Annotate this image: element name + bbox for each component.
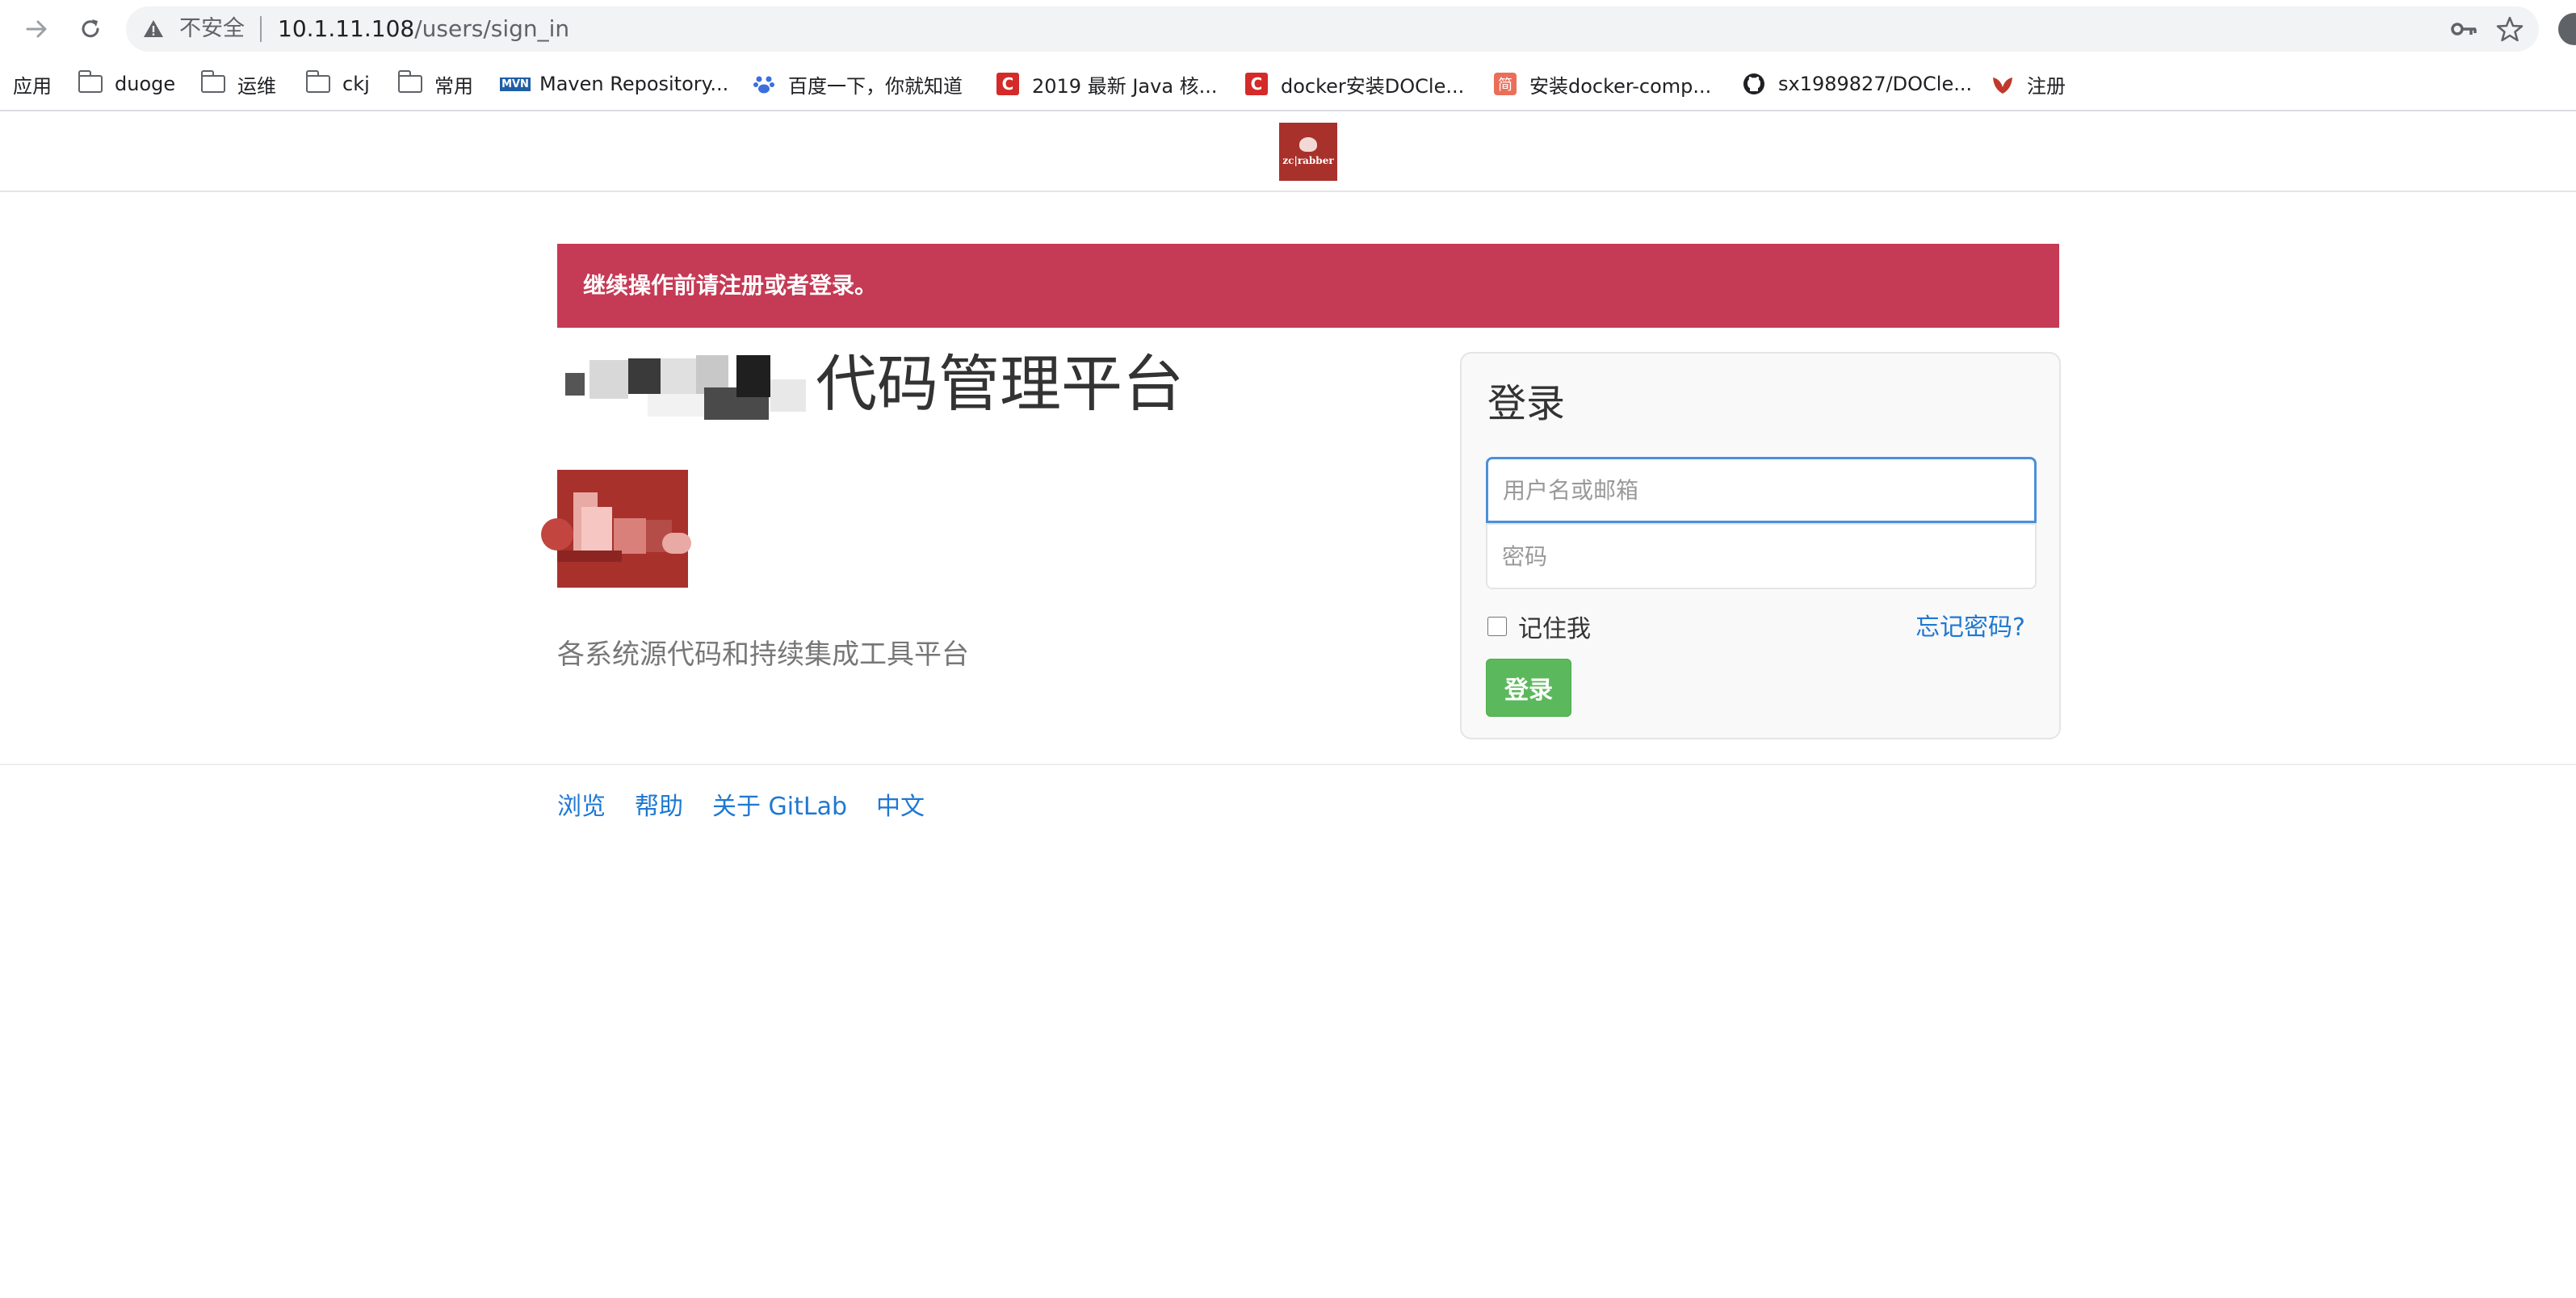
mvn-icon: MVN — [500, 77, 531, 91]
profile-avatar[interactable] — [2558, 13, 2576, 45]
site-header: zc|rabber — [0, 111, 2576, 192]
jianshu-icon: 简 — [1492, 73, 1518, 95]
bookmark-label: 应用 — [13, 74, 52, 98]
bookmark-label: sx1989827/DOCle... — [1778, 73, 1973, 95]
bookmark-label: duoge — [115, 73, 176, 95]
bookmark-folder-common[interactable]: 常用 — [397, 58, 473, 110]
bookmarks-bar: 应用 duoge 运维 ckj 常用 MVN Maven Repository.… — [0, 58, 2576, 111]
bookmark-java[interactable]: C 2019 最新 Java 核... — [995, 58, 1218, 110]
footer-link-about[interactable]: 关于 GitLab — [712, 788, 847, 827]
security-label: 不安全 — [179, 16, 245, 41]
address-bar[interactable]: 不安全 10.1.11.108/users/sign_in — [126, 6, 2539, 52]
csdn-icon: C — [1244, 73, 1269, 95]
bookmark-label: 注册 — [2027, 74, 2066, 98]
bookmark-apps[interactable]: 应用 — [13, 58, 52, 110]
warning-icon — [144, 20, 163, 37]
remember-me-label: 记住我 — [1518, 615, 1591, 643]
footer-link-help[interactable]: 帮助 — [635, 788, 683, 827]
bookmark-folder-ops[interactable]: 运维 — [200, 58, 276, 110]
page-title-text: 代码管理平台 — [816, 348, 1184, 420]
key-icon[interactable] — [2450, 16, 2477, 42]
folder-icon — [305, 70, 331, 95]
tagline: 各系统源代码和持续集成工具平台 — [557, 639, 969, 671]
bookmark-label: ckj — [342, 73, 370, 95]
arrow-right-icon — [26, 20, 47, 38]
login-box: 登录 记住我 忘记密码? 登录 — [1460, 352, 2061, 739]
bookmark-label: 2019 最新 Java 核... — [1032, 74, 1218, 98]
folder-icon — [397, 70, 423, 95]
page-title: 代码管理平台 — [816, 344, 1184, 425]
bookmark-label: 运维 — [237, 74, 276, 98]
folder-icon — [200, 70, 226, 95]
sign-in-button[interactable]: 登录 — [1486, 659, 1571, 717]
bookmark-label: 安装docker-comp... — [1529, 74, 1712, 98]
username-input[interactable] — [1486, 457, 2037, 523]
bookmark-label: docker安装DOCle... — [1281, 74, 1465, 98]
remember-me[interactable]: 记住我 — [1487, 609, 1591, 644]
bookmark-register[interactable]: 注册 — [1990, 58, 2066, 110]
hero-logo — [541, 470, 691, 588]
reload-button[interactable] — [74, 13, 107, 45]
bookmark-label: Maven Repository... — [539, 73, 729, 95]
footer-divider — [0, 764, 2576, 765]
forward-button[interactable] — [21, 13, 53, 45]
remember-me-checkbox[interactable] — [1487, 617, 1507, 636]
bookmark-docker-compose[interactable]: 简 安装docker-comp... — [1492, 58, 1711, 110]
leaf-icon — [1990, 73, 2016, 95]
url-host: 10.1.11.108 — [278, 15, 415, 42]
flash-alert: 继续操作前请注册或者登录。 — [557, 244, 2059, 328]
github-icon — [1741, 73, 1767, 95]
password-input[interactable] — [1486, 523, 2037, 589]
omnibox-divider — [260, 16, 262, 42]
forgot-password-link[interactable]: 忘记密码? — [1915, 607, 2025, 643]
reload-icon — [82, 19, 99, 38]
brand-logo[interactable]: zc|rabber — [1279, 123, 1337, 181]
login-title: 登录 — [1487, 381, 1566, 426]
footer-links: 浏览 帮助 关于 GitLab 中文 — [557, 788, 954, 827]
brand-logo-text: zc|rabber — [1282, 155, 1334, 166]
bookmark-maven[interactable]: MVN Maven Repository... — [500, 58, 729, 110]
bookmark-github[interactable]: sx1989827/DOCle... — [1741, 58, 1972, 110]
bookmark-label: 百度一下，你就知道 — [788, 74, 963, 98]
bookmark-label: 常用 — [434, 74, 473, 98]
redacted-title-prefix — [557, 355, 816, 423]
bookmark-folder-ckj[interactable]: ckj — [305, 58, 370, 110]
bookmark-baidu[interactable]: 百度一下，你就知道 — [751, 58, 963, 110]
folder-icon — [78, 70, 103, 95]
tree-icon — [1299, 137, 1317, 152]
baidu-paw-icon — [751, 73, 777, 95]
csdn-icon: C — [995, 73, 1021, 95]
url-path: /users/sign_in — [414, 15, 570, 42]
star-icon[interactable] — [2495, 15, 2524, 44]
bookmark-folder-duoge[interactable]: duoge — [78, 58, 175, 110]
browser-toolbar: 不安全 10.1.11.108/users/sign_in — [0, 0, 2576, 58]
footer-link-language[interactable]: 中文 — [876, 788, 925, 827]
bookmark-docker[interactable]: C docker安装DOCle... — [1244, 58, 1464, 110]
footer-link-explore[interactable]: 浏览 — [557, 788, 606, 827]
url-text[interactable]: 10.1.11.108/users/sign_in — [278, 15, 569, 44]
